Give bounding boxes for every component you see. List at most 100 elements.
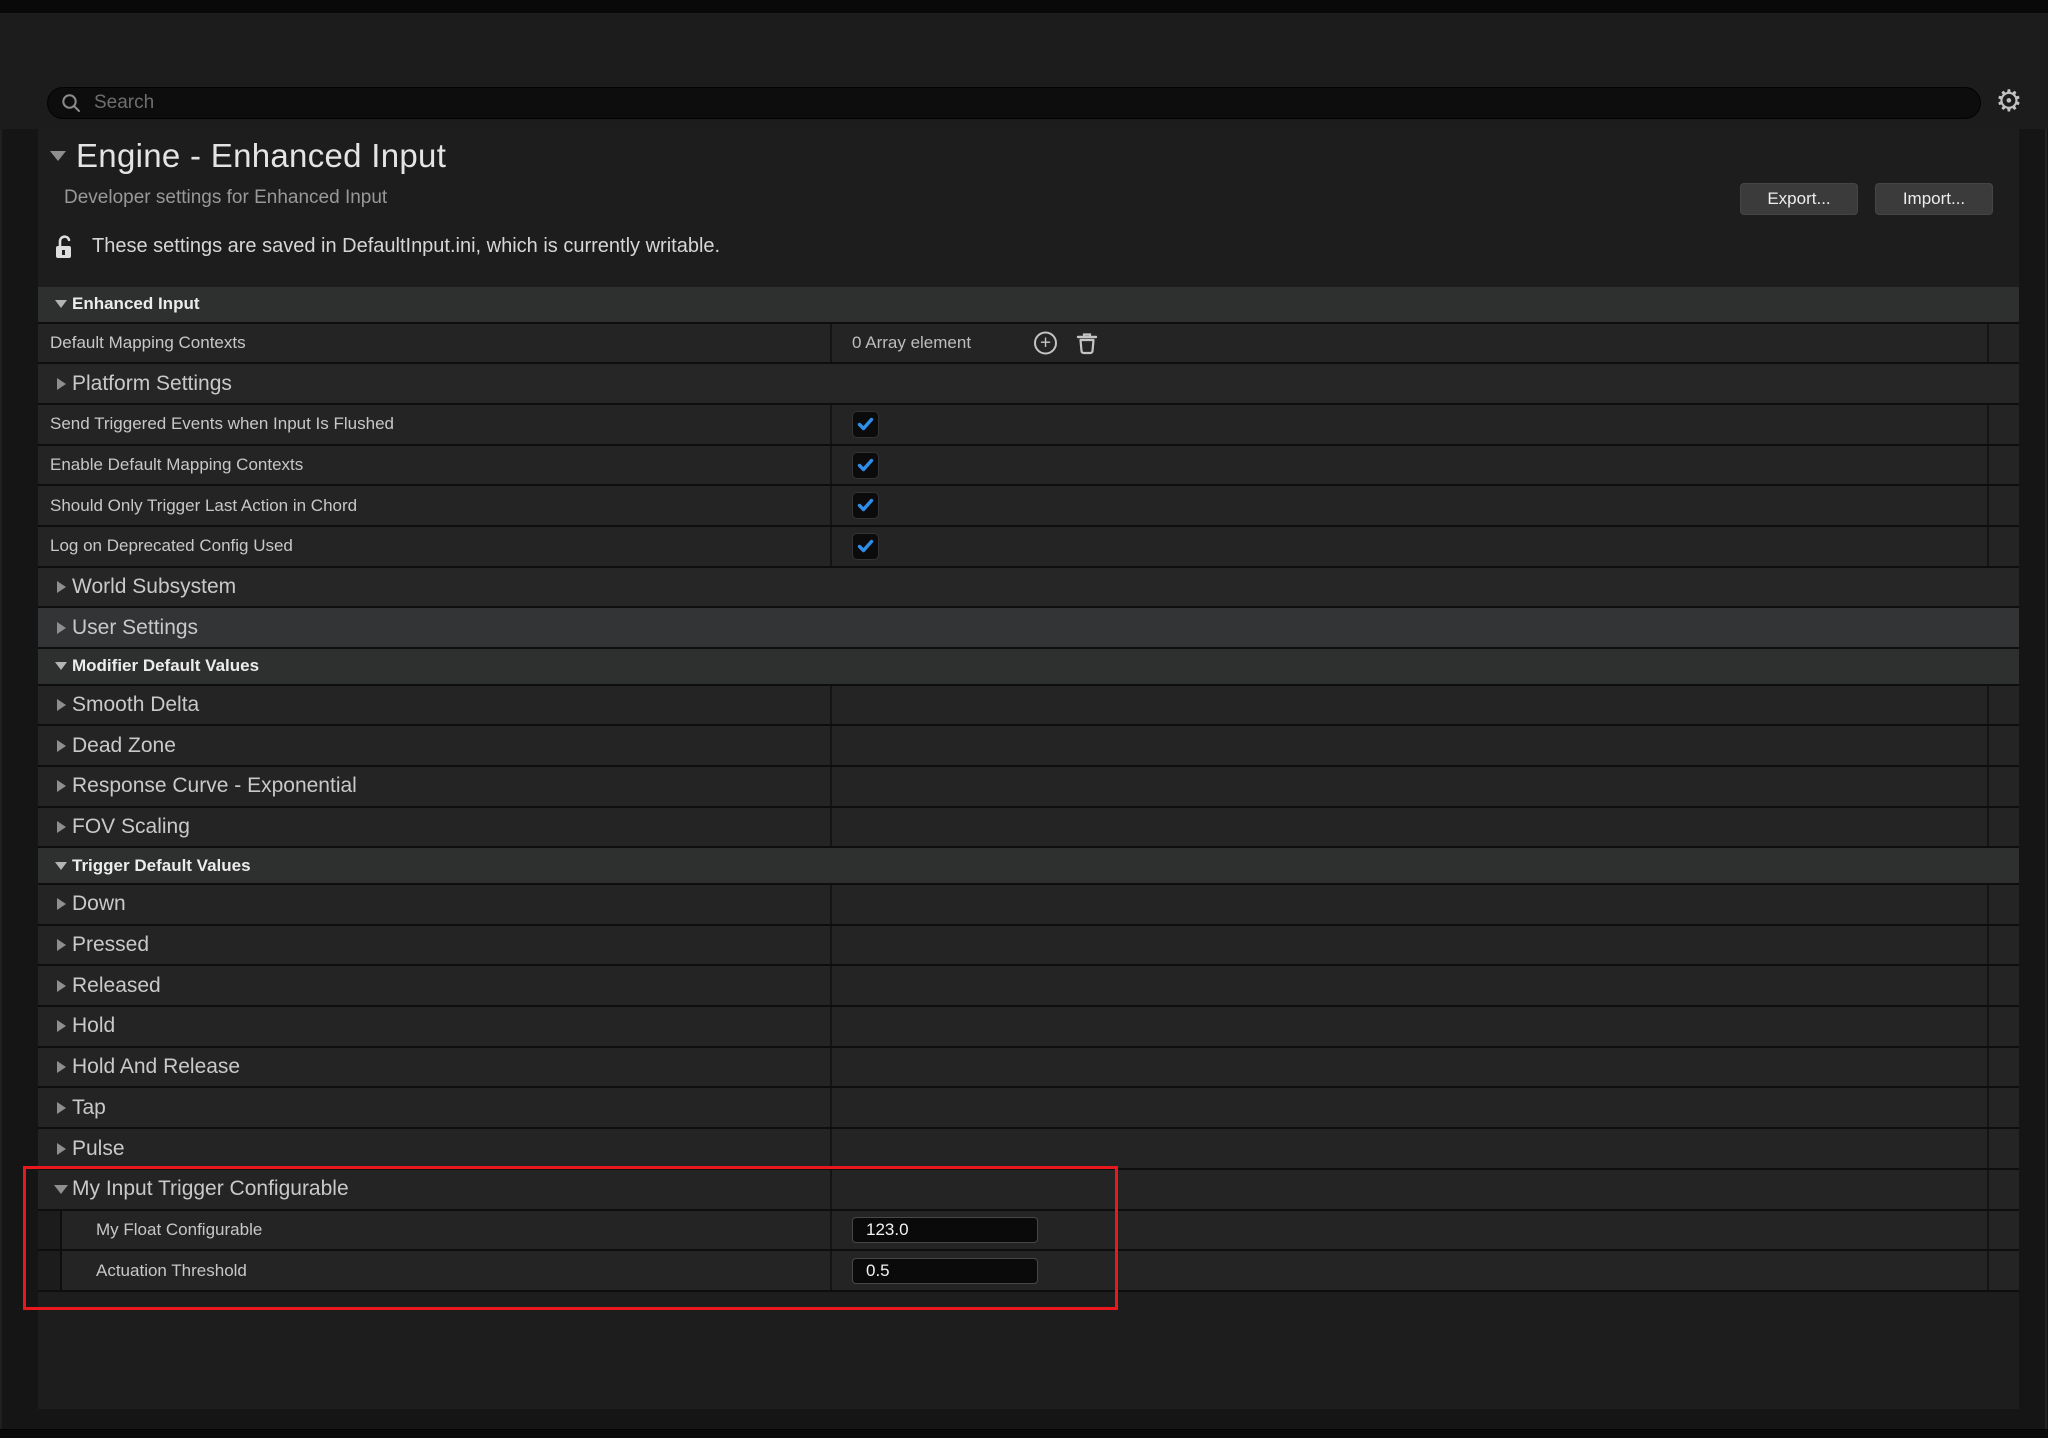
expand-arrow-icon[interactable] <box>50 898 72 910</box>
reset-column-cell <box>1987 966 2019 1005</box>
row-name-cell: World Subsystem <box>38 568 2019 607</box>
reset-column-cell <box>1987 1211 2019 1250</box>
collapse-arrow-icon[interactable] <box>50 662 72 670</box>
checkbox[interactable] <box>852 411 879 438</box>
page-collapse-icon[interactable] <box>50 151 66 161</box>
array-count-label: 0 Array element <box>852 333 971 353</box>
row-platform-settings[interactable]: Platform Settings <box>38 364 2019 405</box>
indent-guide <box>38 1251 62 1290</box>
expand-arrow-icon[interactable] <box>50 1020 72 1032</box>
row-value-cell <box>830 1129 1987 1168</box>
row-label: Log on Deprecated Config Used <box>50 536 293 556</box>
row-log-on-deprecated-config-used[interactable]: Log on Deprecated Config Used <box>38 527 2019 568</box>
row-name-cell: Tap <box>38 1088 830 1127</box>
row-enhanced-input[interactable]: Enhanced Input <box>38 287 2019 324</box>
expand-arrow-icon[interactable] <box>50 1143 72 1155</box>
row-name-cell: Hold <box>38 1007 830 1046</box>
row-name-cell: Default Mapping Contexts <box>38 324 830 363</box>
reset-column-cell <box>1987 885 2019 924</box>
row-response-curve-exponential[interactable]: Response Curve - Exponential <box>38 767 2019 808</box>
checkbox[interactable] <box>852 533 879 560</box>
reset-column-cell <box>1987 1007 2019 1046</box>
row-label: User Settings <box>72 616 198 640</box>
row-label: Released <box>72 974 161 998</box>
row-label: Hold And Release <box>72 1055 240 1079</box>
collapse-arrow-icon[interactable] <box>50 300 72 308</box>
row-name-cell: Released <box>38 966 830 1005</box>
row-default-mapping-contexts[interactable]: Default Mapping Contexts 0 Array element + <box>38 324 2019 365</box>
settings-gear-icon[interactable]: ⚙ <box>1992 85 2026 119</box>
row-world-subsystem[interactable]: World Subsystem <box>38 568 2019 609</box>
triangle-right-icon <box>57 898 66 910</box>
reset-column-cell <box>1987 1088 2019 1127</box>
expand-arrow-icon[interactable] <box>50 821 72 833</box>
row-send-triggered-events-when-input-is-flushed[interactable]: Send Triggered Events when Input Is Flus… <box>38 405 2019 446</box>
row-dead-zone[interactable]: Dead Zone <box>38 726 2019 767</box>
triangle-right-icon <box>57 1020 66 1032</box>
row-name-cell: Response Curve - Exponential <box>38 767 830 806</box>
row-should-only-trigger-last-action-in-chord[interactable]: Should Only Trigger Last Action in Chord <box>38 486 2019 527</box>
row-tap[interactable]: Tap <box>38 1088 2019 1129</box>
search-input[interactable] <box>82 92 1980 114</box>
expand-arrow-icon[interactable] <box>50 939 72 951</box>
row-smooth-delta[interactable]: Smooth Delta <box>38 686 2019 727</box>
row-pulse[interactable]: Pulse <box>38 1129 2019 1170</box>
row-name-cell: Platform Settings <box>38 364 2019 403</box>
delete-elements-icon[interactable] <box>1075 330 1099 356</box>
row-name-cell: My Input Trigger Configurable <box>38 1170 830 1209</box>
reset-column-cell <box>1987 1170 2019 1209</box>
expand-arrow-icon[interactable] <box>50 1102 72 1114</box>
collapse-arrow-icon[interactable] <box>50 862 72 870</box>
row-actuation-threshold[interactable]: Actuation Threshold 0.5 <box>38 1251 2019 1292</box>
expand-arrow-icon[interactable] <box>50 581 72 593</box>
triangle-right-icon <box>57 1143 66 1155</box>
checkbox[interactable] <box>852 492 879 519</box>
triangle-right-icon <box>57 622 66 634</box>
row-name-cell: Actuation Threshold <box>38 1251 830 1290</box>
row-modifier-default-values[interactable]: Modifier Default Values <box>38 649 2019 686</box>
row-hold-and-release[interactable]: Hold And Release <box>38 1048 2019 1089</box>
reset-column-cell <box>1987 324 2019 363</box>
row-enable-default-mapping-contexts[interactable]: Enable Default Mapping Contexts <box>38 446 2019 487</box>
expand-arrow-icon[interactable] <box>50 1061 72 1073</box>
export-button[interactable]: Export... <box>1740 183 1858 215</box>
actuation-threshold-input[interactable]: 0.5 <box>852 1258 1038 1284</box>
row-trigger-default-values[interactable]: Trigger Default Values <box>38 848 2019 885</box>
expand-arrow-icon[interactable] <box>50 378 72 390</box>
row-value-cell: 0.5 <box>830 1251 1987 1290</box>
row-my-float-configurable[interactable]: My Float Configurable 123.0 <box>38 1211 2019 1252</box>
collapse-arrow-icon[interactable] <box>50 1185 72 1194</box>
row-label: Down <box>72 892 126 916</box>
row-user-settings[interactable]: User Settings <box>38 608 2019 649</box>
expand-arrow-icon[interactable] <box>50 699 72 711</box>
search-icon <box>61 93 82 114</box>
row-label: My Float Configurable <box>96 1220 262 1240</box>
row-value-cell <box>830 1048 1987 1087</box>
add-element-icon[interactable]: + <box>1034 331 1057 354</box>
row-my-input-trigger-configurable[interactable]: My Input Trigger Configurable <box>38 1170 2019 1211</box>
search-box[interactable] <box>47 87 1981 119</box>
row-value-cell <box>830 446 1987 485</box>
page-subtitle: Developer settings for Enhanced Input <box>64 187 387 209</box>
row-label: Actuation Threshold <box>96 1261 247 1281</box>
row-name-cell: FOV Scaling <box>38 808 830 847</box>
expand-arrow-icon[interactable] <box>50 980 72 992</box>
row-hold[interactable]: Hold <box>38 1007 2019 1048</box>
expand-arrow-icon[interactable] <box>50 622 72 634</box>
row-released[interactable]: Released <box>38 966 2019 1007</box>
import-button[interactable]: Import... <box>1875 183 1993 215</box>
checkbox[interactable] <box>852 452 879 479</box>
row-down[interactable]: Down <box>38 885 2019 926</box>
row-name-cell: My Float Configurable <box>38 1211 830 1250</box>
row-value-cell <box>830 486 1987 525</box>
expand-arrow-icon[interactable] <box>50 780 72 792</box>
row-pressed[interactable]: Pressed <box>38 926 2019 967</box>
number-value: 123.0 <box>853 1220 909 1240</box>
row-fov-scaling[interactable]: FOV Scaling <box>38 808 2019 849</box>
row-label: My Input Trigger Configurable <box>72 1177 349 1201</box>
reset-column-cell <box>1987 1048 2019 1087</box>
triangle-right-icon <box>57 378 66 390</box>
my-float-configurable-input[interactable]: 123.0 <box>852 1217 1038 1243</box>
row-value-cell: 0 Array element + <box>830 324 1987 363</box>
expand-arrow-icon[interactable] <box>50 740 72 752</box>
